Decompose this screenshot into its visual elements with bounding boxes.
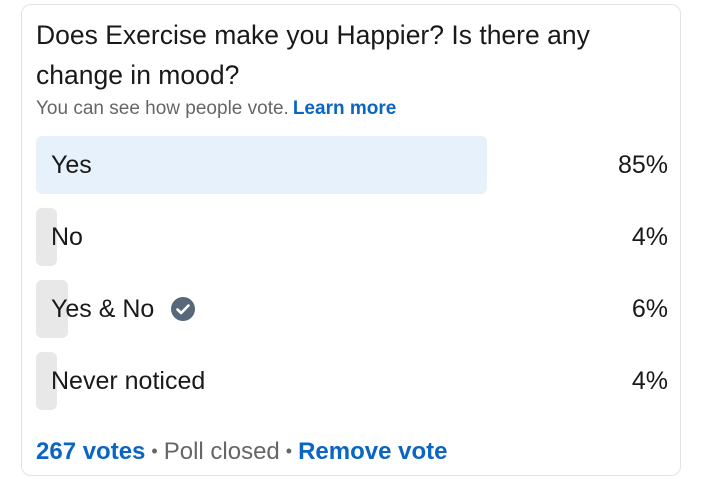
poll-footer: 267 votes • Poll closed • Remove vote bbox=[36, 435, 447, 468]
poll-option-yes-and-no[interactable]: Yes & No 6% bbox=[36, 280, 671, 338]
remove-vote-link[interactable]: Remove vote bbox=[298, 438, 447, 465]
poll-option-percent: 85% bbox=[617, 151, 668, 179]
poll-visibility-note: You can see how people vote. Learn more bbox=[36, 97, 396, 121]
poll-option-percent: 6% bbox=[631, 295, 668, 323]
poll-option-percent: 4% bbox=[631, 367, 668, 395]
poll-status: Poll closed bbox=[163, 438, 280, 465]
poll-option-yes[interactable]: Yes 85% bbox=[36, 136, 671, 194]
poll-result-bar bbox=[36, 136, 487, 194]
poll-card: Does Exercise make you Happier? Is there… bbox=[21, 4, 681, 476]
separator-dot: • bbox=[285, 441, 293, 461]
poll-option-label: Never noticed bbox=[51, 367, 206, 395]
poll-option-percent: 4% bbox=[631, 223, 668, 251]
learn-more-link[interactable]: Learn more bbox=[293, 98, 396, 119]
check-circle-icon bbox=[171, 297, 196, 321]
poll-question: Does Exercise make you Happier? Is there… bbox=[36, 20, 590, 90]
poll-option-no[interactable]: No 4% bbox=[36, 208, 671, 266]
poll-option-label: Yes bbox=[51, 151, 92, 179]
poll-option-label: No bbox=[51, 223, 83, 251]
poll-option-label: Yes & No bbox=[51, 295, 155, 323]
votes-count-link[interactable]: 267 votes bbox=[36, 438, 145, 465]
visibility-note-text: You can see how people vote. bbox=[36, 98, 289, 119]
poll-option-never-noticed[interactable]: Never noticed 4% bbox=[36, 352, 671, 410]
separator-dot: • bbox=[151, 441, 158, 461]
poll-options: Yes 85% No 4% Yes & No 6% Never noticed … bbox=[36, 136, 671, 424]
